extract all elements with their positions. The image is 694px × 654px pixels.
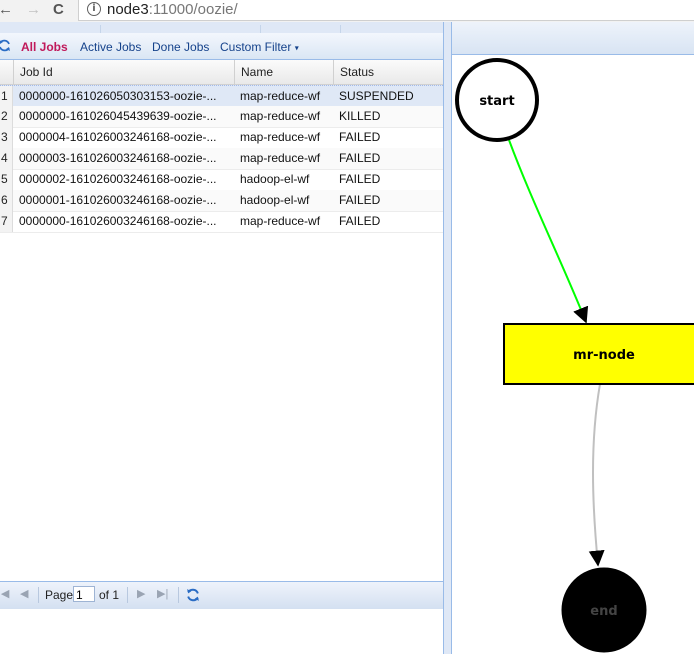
page-number-input[interactable]: 1	[73, 586, 95, 602]
workflow-graph: start mr-node end	[455, 58, 694, 653]
job-status-cell: KILLED	[339, 109, 381, 123]
row-number: 7	[0, 211, 13, 232]
row-number: 3	[0, 127, 13, 148]
job-name-cell: map-reduce-wf	[240, 109, 321, 123]
status-area	[0, 609, 443, 654]
table-row[interactable]: 1 0000000-161026050303153-oozie-... map-…	[0, 85, 443, 108]
job-name-cell: map-reduce-wf	[240, 89, 321, 103]
table-row[interactable]: 4 0000003-161026003246168-oozie-... map-…	[0, 148, 443, 170]
job-name-cell: hadoop-el-wf	[240, 172, 310, 186]
job-status-cell: FAILED	[339, 130, 381, 144]
mr-node[interactable]: mr-node	[503, 323, 694, 385]
info-icon[interactable]: i	[87, 2, 101, 16]
paging-toolbar: |◀ ◀ Page 1 of 1 ▶ ▶|	[0, 581, 443, 609]
browser-toolbar: ← → C i node3:11000/oozie/	[0, 0, 694, 23]
job-status-cell: FAILED	[339, 193, 381, 207]
address-bar[interactable]: i node3:11000/oozie/	[78, 0, 694, 21]
last-page-icon[interactable]: ▶|	[157, 587, 168, 600]
forward-icon[interactable]: →	[26, 1, 41, 19]
refresh-icon-svg	[187, 588, 199, 602]
rownum-header	[0, 60, 13, 84]
refresh-icon-svg	[0, 39, 10, 52]
mr-node-label: mr-node	[573, 348, 635, 363]
back-icon[interactable]: ←	[0, 1, 13, 19]
row-number: 1	[0, 86, 13, 107]
table-row[interactable]: 7 0000000-161026003246168-oozie-... map-…	[0, 211, 443, 233]
edge-start-to-mr-node	[508, 139, 589, 324]
start-node-label: start	[479, 94, 514, 109]
refresh-icon[interactable]	[0, 39, 11, 54]
column-header-status[interactable]: Status	[333, 60, 443, 84]
column-header-name[interactable]: Name	[234, 60, 333, 84]
page-label: Page	[45, 588, 74, 602]
reload-icon[interactable]: C	[53, 1, 64, 19]
tab-strip-segment	[340, 25, 421, 33]
table-row[interactable]: 6 0000001-161026003246168-oozie-... hado…	[0, 190, 443, 212]
custom-filter-menu[interactable]: Custom Filter ▾	[220, 40, 299, 54]
refresh-icon[interactable]	[186, 588, 200, 604]
job-name-cell: map-reduce-wf	[240, 130, 321, 144]
end-node-label: end	[590, 604, 617, 619]
workflow-graph-panel: start mr-node end	[452, 22, 694, 654]
url-host: node3	[107, 1, 149, 18]
end-node[interactable]: end	[561, 567, 647, 653]
jobs-panel: All Jobs Active Jobs Done Jobs Custom Fi…	[0, 22, 444, 654]
prev-page-icon[interactable]: ◀	[20, 587, 28, 600]
toolbar-separator	[178, 587, 179, 603]
row-number: 4	[0, 148, 13, 169]
job-status-cell: FAILED	[339, 172, 381, 186]
start-node[interactable]: start	[455, 58, 539, 142]
job-id-cell: 0000000-161026045439639-oozie-...	[19, 109, 217, 123]
first-page-icon[interactable]: |◀	[0, 587, 9, 600]
column-header-job-id[interactable]: Job Id	[13, 60, 234, 84]
chevron-down-icon: ▾	[294, 43, 299, 53]
job-name-cell: map-reduce-wf	[240, 151, 321, 165]
tab-active-jobs[interactable]: Active Jobs	[80, 40, 141, 54]
tab-strip-segment	[260, 25, 341, 33]
url-text[interactable]: node3:11000/oozie/	[107, 1, 238, 18]
jobs-toolbar: All Jobs Active Jobs Done Jobs Custom Fi…	[0, 33, 443, 60]
job-status-cell: FAILED	[339, 151, 381, 165]
tab-done-jobs[interactable]: Done Jobs	[152, 40, 209, 54]
edge-mr-node-to-end	[588, 383, 605, 567]
next-page-icon[interactable]: ▶	[137, 587, 145, 600]
job-id-cell: 0000004-161026003246168-oozie-...	[19, 130, 217, 144]
job-id-cell: 0000002-161026003246168-oozie-...	[19, 172, 217, 186]
toolbar-separator	[127, 587, 128, 603]
row-number: 2	[0, 106, 13, 127]
page-count-label: of 1	[99, 588, 120, 602]
url-path: :11000/oozie/	[148, 1, 238, 18]
job-id-cell: 0000000-161026003246168-oozie-...	[19, 214, 217, 228]
tab-strip-segment	[100, 25, 181, 33]
row-number: 5	[0, 169, 13, 190]
custom-filter-label: Custom Filter	[220, 40, 292, 54]
row-number: 6	[0, 190, 13, 211]
job-id-cell: 0000000-161026050303153-oozie-...	[19, 89, 217, 103]
grid-header: Job Id Name Status	[0, 60, 443, 85]
job-name-cell: hadoop-el-wf	[240, 193, 310, 207]
tab-strip	[0, 22, 443, 33]
toolbar-separator	[38, 587, 39, 603]
job-id-cell: 0000001-161026003246168-oozie-...	[19, 193, 217, 207]
job-name-cell: map-reduce-wf	[240, 214, 321, 228]
table-row[interactable]: 5 0000002-161026003246168-oozie-... hado…	[0, 169, 443, 191]
table-row[interactable]: 3 0000004-161026003246168-oozie-... map-…	[0, 127, 443, 149]
panel-splitter[interactable]	[444, 22, 452, 654]
job-status-cell: SUSPENDED	[339, 89, 414, 103]
job-status-cell: FAILED	[339, 214, 381, 228]
tab-all-jobs[interactable]: All Jobs	[21, 40, 68, 54]
job-id-cell: 0000003-161026003246168-oozie-...	[19, 151, 217, 165]
table-row[interactable]: 2 0000000-161026045439639-oozie-... map-…	[0, 106, 443, 128]
